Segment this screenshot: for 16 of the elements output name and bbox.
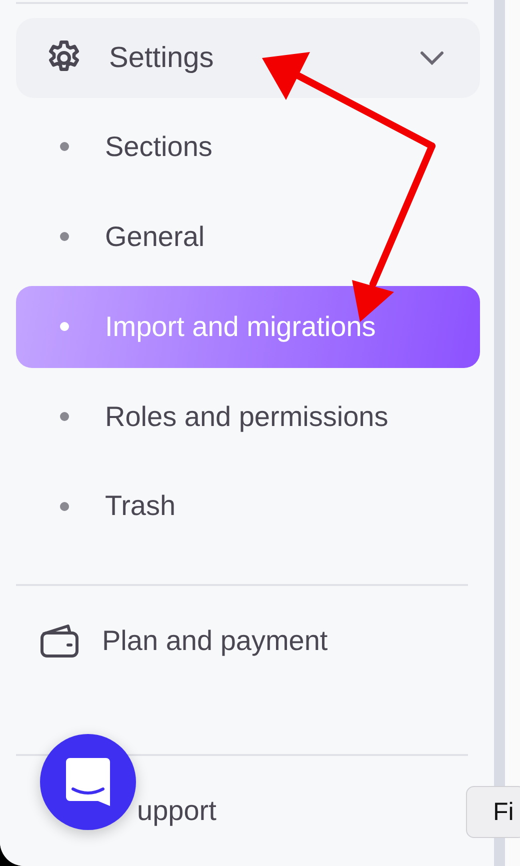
submenu-item[interactable]: Sections [16, 106, 480, 188]
bullet-icon [60, 322, 69, 332]
bullet-icon [60, 412, 69, 422]
chevron-icon [420, 51, 444, 65]
bullet-icon [60, 142, 69, 152]
wallet-icon [40, 624, 80, 658]
submenu-item[interactable]: Roles and permissions [16, 376, 480, 458]
chat-icon [66, 758, 110, 806]
bullet-icon [60, 502, 69, 511]
submenu-item[interactable]: General [16, 196, 480, 278]
submenu-item[interactable]: Trash [16, 466, 480, 548]
bullet-icon [60, 232, 69, 242]
support-menu-item[interactable]: upport [137, 795, 216, 828]
plan-menu-item[interactable]: Plan and payment [16, 586, 480, 696]
tooltip-button[interactable]: Fi [466, 786, 520, 838]
settings-menu-item[interactable]: Settings [16, 18, 480, 98]
